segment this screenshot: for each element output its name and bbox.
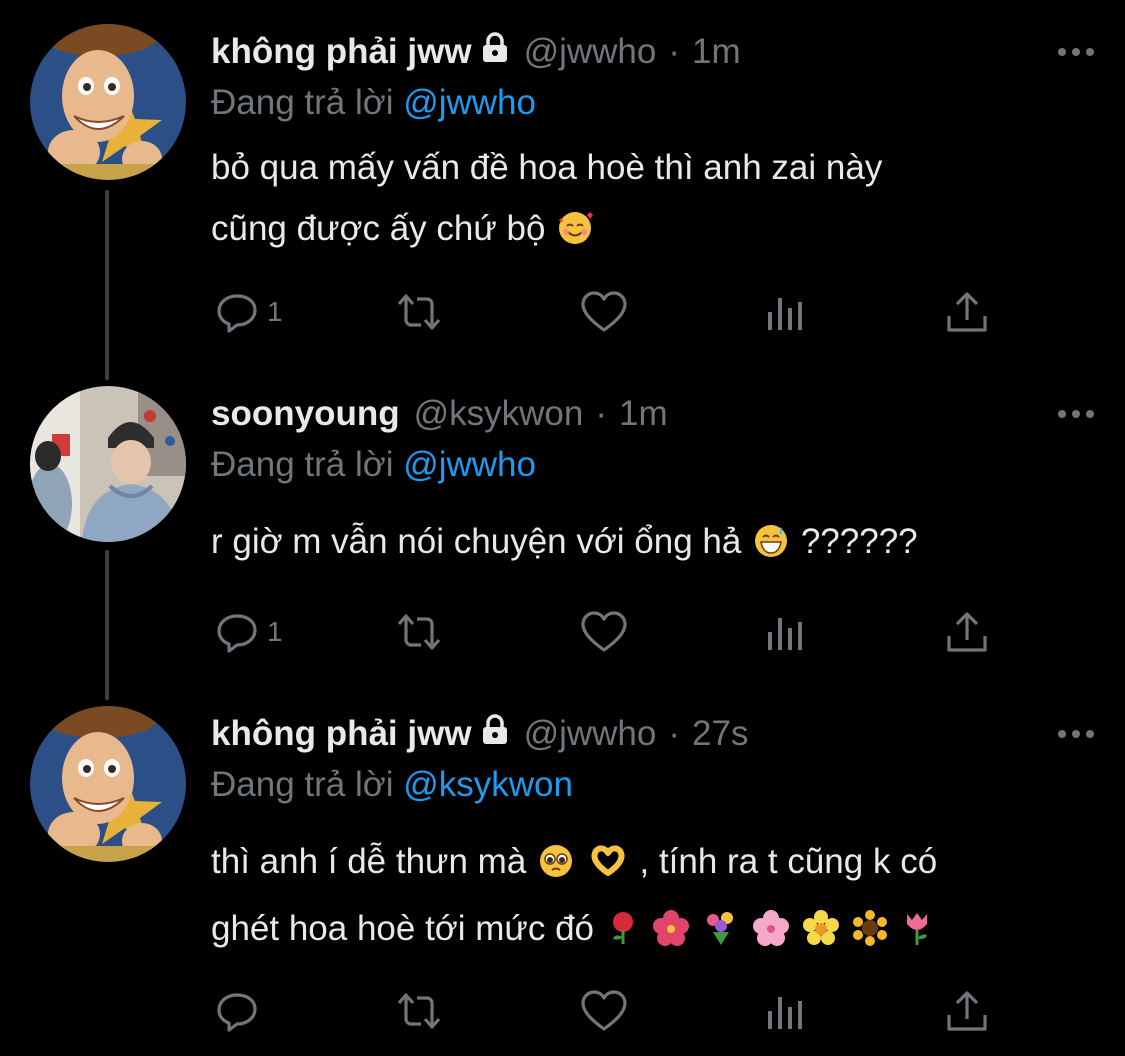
separator: · [668, 32, 681, 71]
tweet-text: r giờ m vẫn nói chuyện với ổng hả ?????? [211, 511, 1095, 578]
reply-context: Đang trả lời @jwwho [211, 441, 1095, 489]
grinning-sweat-emoji [753, 517, 789, 578]
text-line: thì anh í dễ thưn mà , tính ra t cũng k … [211, 831, 1095, 898]
views-icon [768, 618, 802, 650]
like-button[interactable] [580, 986, 628, 1036]
text-line-2: cũng được ấy chứ bộ [211, 198, 1095, 265]
views-button[interactable] [766, 986, 806, 1036]
reply-mention[interactable]: @jwwho [403, 83, 536, 122]
tweet-3[interactable]: không phải jww @jwwho · 27s Đang trả lời… [0, 690, 1125, 1056]
share-icon [947, 991, 987, 1031]
tweet-actions [211, 986, 991, 1036]
reply-context: Đang trả lời @ksykwon [211, 761, 1095, 809]
reply-button[interactable]: 1 [215, 607, 283, 657]
pleading-face-emoji [538, 837, 574, 898]
views-icon [768, 997, 802, 1029]
tweet-actions: 1 [211, 287, 991, 337]
like-icon [581, 990, 627, 1031]
tweet-text: thì anh í dễ thưn mà , tính ra t cũng k … [211, 831, 1095, 965]
like-button[interactable] [580, 607, 628, 657]
share-icon [947, 292, 987, 332]
hibiscus-emoji [653, 904, 690, 965]
like-icon [581, 291, 627, 332]
display-name[interactable]: không phải jww [211, 714, 472, 754]
separator: · [595, 394, 607, 433]
reply-mention[interactable]: @jwwho [403, 445, 536, 484]
reply-context: Đang trả lời @jwwho [211, 79, 1095, 127]
tweet-header: soonyoung @ksykwon · 1m [211, 389, 1095, 439]
text-line: r giờ m vẫn nói chuyện với ổng hả ?????? [211, 511, 1095, 578]
retweet-icon [397, 614, 441, 650]
reply-count: 1 [267, 616, 283, 647]
share-button[interactable] [944, 287, 990, 337]
views-button[interactable] [766, 287, 806, 337]
reply-count: 1 [267, 296, 283, 327]
avatar[interactable] [30, 706, 186, 862]
cherry-blossom-emoji [752, 904, 789, 965]
reply-icon [217, 993, 257, 1032]
retweet-icon [397, 294, 441, 330]
separator: · [668, 714, 681, 753]
handle[interactable]: @jwwho [524, 32, 657, 72]
tweet-actions: 1 [211, 607, 991, 657]
tulip-emoji [902, 904, 932, 965]
timestamp[interactable]: 27s [692, 714, 748, 754]
reply-prefix: Đang trả lời [211, 83, 394, 122]
reply-mention[interactable]: @ksykwon [403, 765, 573, 804]
text-line: bỏ qua mấy vấn đề hoa hoè thì anh zai nà… [211, 148, 883, 187]
lock-icon [480, 31, 510, 73]
rose-emoji [606, 904, 640, 965]
like-button[interactable] [580, 287, 628, 337]
share-icon [947, 612, 987, 652]
reply-prefix: Đang trả lời [211, 765, 394, 804]
avatar[interactable] [30, 386, 186, 542]
retweet-icon [397, 993, 441, 1029]
tweet-2[interactable]: soonyoung @ksykwon · 1m Đang trả lời @jw… [0, 360, 1125, 690]
blossom-emoji [802, 904, 839, 965]
reply-button[interactable]: 1 [215, 287, 283, 337]
share-button[interactable] [944, 607, 990, 657]
like-icon [581, 611, 627, 652]
tweet-header: không phải jww @jwwho · 27s [211, 709, 1095, 759]
reply-icon [217, 614, 257, 653]
reply-icon [217, 294, 257, 333]
avatar[interactable] [30, 24, 186, 180]
more-icon[interactable] [1057, 709, 1095, 759]
heart-hands-emoji [588, 837, 628, 898]
retweet-button[interactable] [393, 287, 445, 337]
bouquet-emoji [703, 904, 739, 965]
retweet-button[interactable] [393, 986, 445, 1036]
text-line-2: ghét hoa hoè tới mức đó [211, 898, 1095, 965]
display-name[interactable]: soonyoung [211, 394, 400, 434]
more-icon[interactable] [1057, 389, 1095, 439]
handle[interactable]: @ksykwon [414, 394, 584, 434]
share-button[interactable] [944, 986, 990, 1036]
views-button[interactable] [766, 607, 806, 657]
sunflower-emoji [852, 904, 888, 965]
tweet-1[interactable]: không phải jww @jwwho · 1m Đang trả lời … [0, 0, 1125, 360]
timestamp[interactable]: 1m [619, 394, 668, 434]
tweet-text: bỏ qua mấy vấn đề hoa hoè thì anh zai nà… [211, 137, 1095, 265]
tweet-header: không phải jww @jwwho · 1m [211, 27, 1095, 77]
lock-icon [480, 713, 510, 755]
reply-button[interactable] [215, 986, 267, 1036]
timestamp[interactable]: 1m [692, 32, 741, 72]
reply-prefix: Đang trả lời [211, 445, 394, 484]
handle[interactable]: @jwwho [524, 714, 657, 754]
more-icon[interactable] [1057, 27, 1095, 77]
display-name[interactable]: không phải jww [211, 32, 472, 72]
views-icon [768, 298, 802, 330]
smiling-face-with-hearts-emoji [557, 204, 594, 265]
retweet-button[interactable] [393, 607, 445, 657]
